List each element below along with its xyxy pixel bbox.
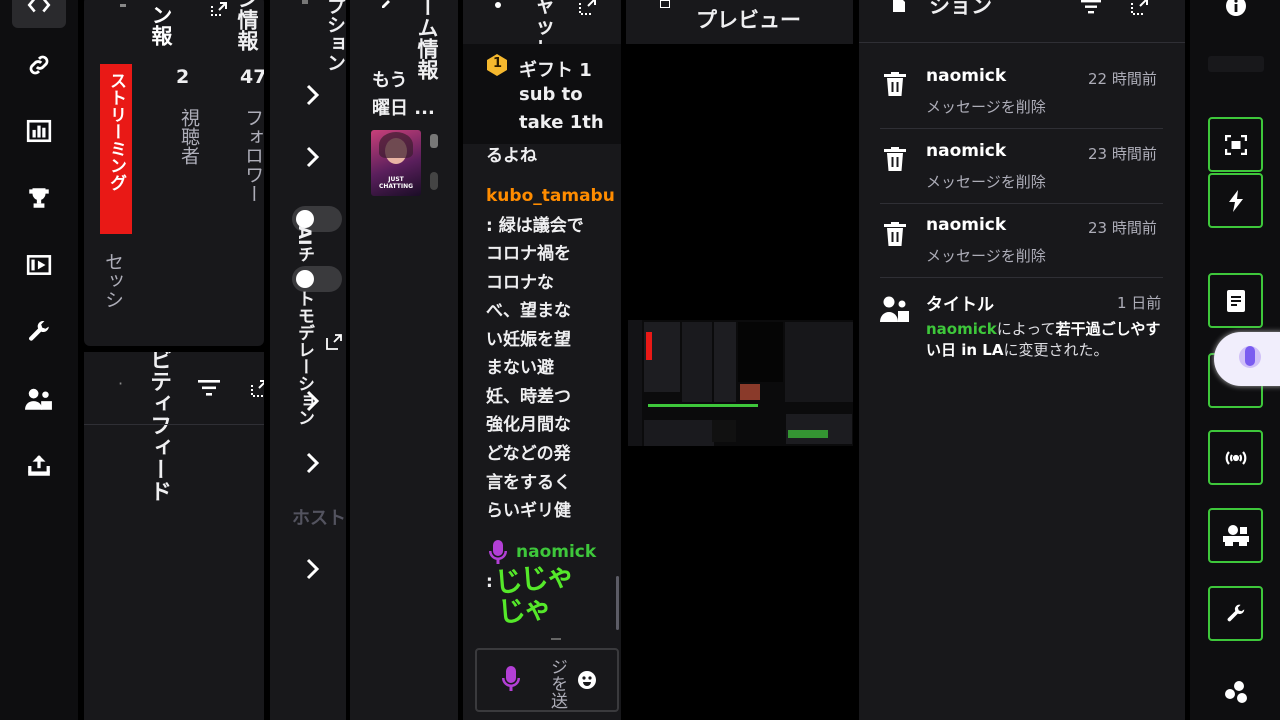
mod-action-text: メッセージを削除	[926, 247, 1046, 265]
popout-icon[interactable]	[577, 0, 597, 16]
mod-time: 1 日前	[1117, 294, 1162, 312]
link-icon[interactable]	[12, 42, 66, 88]
chevron-right-icon[interactable]	[306, 452, 320, 474]
camera-icon[interactable]	[1208, 508, 1263, 563]
pinned-message[interactable]: 1 ギフト 1 sub to take 1th	[463, 44, 621, 144]
title-text: もう	[372, 70, 408, 91]
viewers-count: 2	[176, 66, 190, 88]
broadcast-icon[interactable]	[1208, 430, 1263, 485]
viewers-label: 視聴者	[178, 108, 200, 165]
doc-icon[interactable]	[893, 0, 905, 12]
popout-icon[interactable]	[250, 380, 264, 398]
automod-toggle[interactable]	[292, 266, 342, 292]
options-panel: プション AIチ トモデレーション ホスト	[270, 0, 346, 720]
popout-icon[interactable]	[210, 2, 228, 16]
screen-icon[interactable]	[660, 0, 670, 8]
session-info-panel: ン情報 ストリーミング 2 視聴者 47 フォロワー セッシ	[84, 0, 264, 346]
session-label: セッシ	[102, 252, 124, 309]
notes-icon[interactable]	[1208, 273, 1263, 328]
thumb-text: JUST CHATTING	[378, 176, 414, 190]
emote-picker-icon[interactable]	[577, 670, 597, 690]
screenshot-icon[interactable]	[1208, 117, 1263, 172]
filter-icon[interactable]	[198, 380, 220, 396]
chat-emote: じじゃじゃ	[492, 558, 574, 630]
chat-input[interactable]: ジを送	[475, 648, 619, 712]
followers-label: フォロワー	[242, 108, 264, 203]
more-handle[interactable]	[430, 134, 438, 148]
more-handle[interactable]	[430, 172, 438, 190]
drag-dot[interactable]: ·	[118, 374, 123, 393]
mod-time: 22 時間前	[1088, 70, 1157, 88]
title-text-2: 曜日 ...	[372, 98, 435, 119]
preview-header: プレビュー	[626, 0, 853, 44]
panel-title: ション	[929, 0, 992, 18]
chevron-right-icon[interactable]	[306, 146, 320, 168]
panel-title: ビティフィード	[146, 352, 171, 502]
extensions-icon[interactable]	[1223, 680, 1249, 706]
external-link-icon[interactable]	[326, 334, 342, 350]
grip-icon[interactable]	[120, 4, 126, 7]
panel-title: プション	[324, 0, 346, 72]
divider	[880, 203, 1163, 204]
live-status-badge: ストリーミング	[100, 64, 132, 234]
mod-time: 23 時間前	[1088, 145, 1157, 163]
grip-icon[interactable]	[302, 0, 308, 4]
upload-icon[interactable]	[12, 443, 66, 489]
activity-feed-panel: · ビティフィード	[84, 352, 264, 720]
chevron-right-icon[interactable]	[306, 390, 320, 412]
code-icon[interactable]	[12, 0, 66, 28]
video-icon[interactable]	[12, 242, 66, 288]
chat-input-placeholder: ジを送	[547, 658, 567, 709]
trash-icon	[884, 72, 906, 96]
trash-icon	[884, 147, 906, 171]
stream-preview[interactable]	[626, 44, 853, 720]
user-edit-icon	[880, 295, 910, 323]
panel-title: プレビュー	[696, 8, 801, 32]
filter-icon[interactable]	[1081, 0, 1101, 14]
popout-icon[interactable]	[1129, 0, 1149, 16]
wrench-icon[interactable]	[12, 309, 66, 355]
voice-assist-bubble[interactable]	[1214, 332, 1280, 386]
chevron-right-icon[interactable]	[306, 558, 320, 580]
mic-icon[interactable]	[1238, 344, 1262, 374]
trash-icon	[884, 222, 906, 246]
info-icon[interactable]	[1226, 0, 1246, 16]
host-label: ホスト	[292, 508, 346, 529]
divider	[880, 128, 1163, 129]
panel-title: ン情報	[235, 0, 259, 51]
stream-info-panel: ーム情報 もう 曜日 ... JUST CHATTING	[350, 0, 458, 720]
mod-action-text: メッセージを削除	[926, 173, 1046, 191]
users-icon[interactable]	[12, 376, 66, 422]
sub-badge-icon: 1	[487, 54, 507, 76]
mod-action-text: メッセージを削除	[926, 98, 1046, 116]
lightning-icon[interactable]	[1208, 173, 1263, 228]
chat-text: るよね	[486, 146, 537, 166]
chat-scrollbar[interactable]	[616, 576, 619, 630]
rail-placeholder	[1208, 56, 1264, 72]
category-thumbnail[interactable]: JUST CHATTING	[371, 130, 421, 196]
mic-icon[interactable]	[501, 666, 521, 694]
session-title-frag: ン報	[149, 4, 173, 46]
chat-username[interactable]: kubo_tamabu	[486, 186, 615, 206]
mod-username[interactable]: naomick	[926, 320, 997, 338]
panel-title: ーム情報	[415, 0, 439, 80]
left-nav-rail	[0, 0, 78, 720]
mod-username[interactable]: naomick	[926, 215, 1006, 235]
chevron-right-icon[interactable]	[306, 84, 320, 106]
ai-chat-label: AIチ	[294, 226, 314, 263]
mod-title-label: タイトル	[926, 295, 994, 315]
mod-username[interactable]: naomick	[926, 66, 1006, 86]
trophy-icon[interactable]	[12, 175, 66, 221]
separator	[551, 638, 561, 640]
wrench-icon[interactable]	[1208, 586, 1263, 641]
divider	[880, 277, 1163, 278]
bar-chart-icon[interactable]	[12, 108, 66, 154]
followers-count: 47	[240, 66, 264, 88]
mod-username[interactable]: naomick	[926, 141, 1006, 161]
dot-icon[interactable]	[495, 2, 501, 8]
mod-title-change-text: naomickによって若干過ごしやすい日 in LAに変更された。	[926, 320, 1161, 359]
edit-icon[interactable]	[382, 0, 392, 8]
mod-time: 23 時間前	[1088, 219, 1157, 237]
preview-thumbnail	[628, 320, 853, 446]
